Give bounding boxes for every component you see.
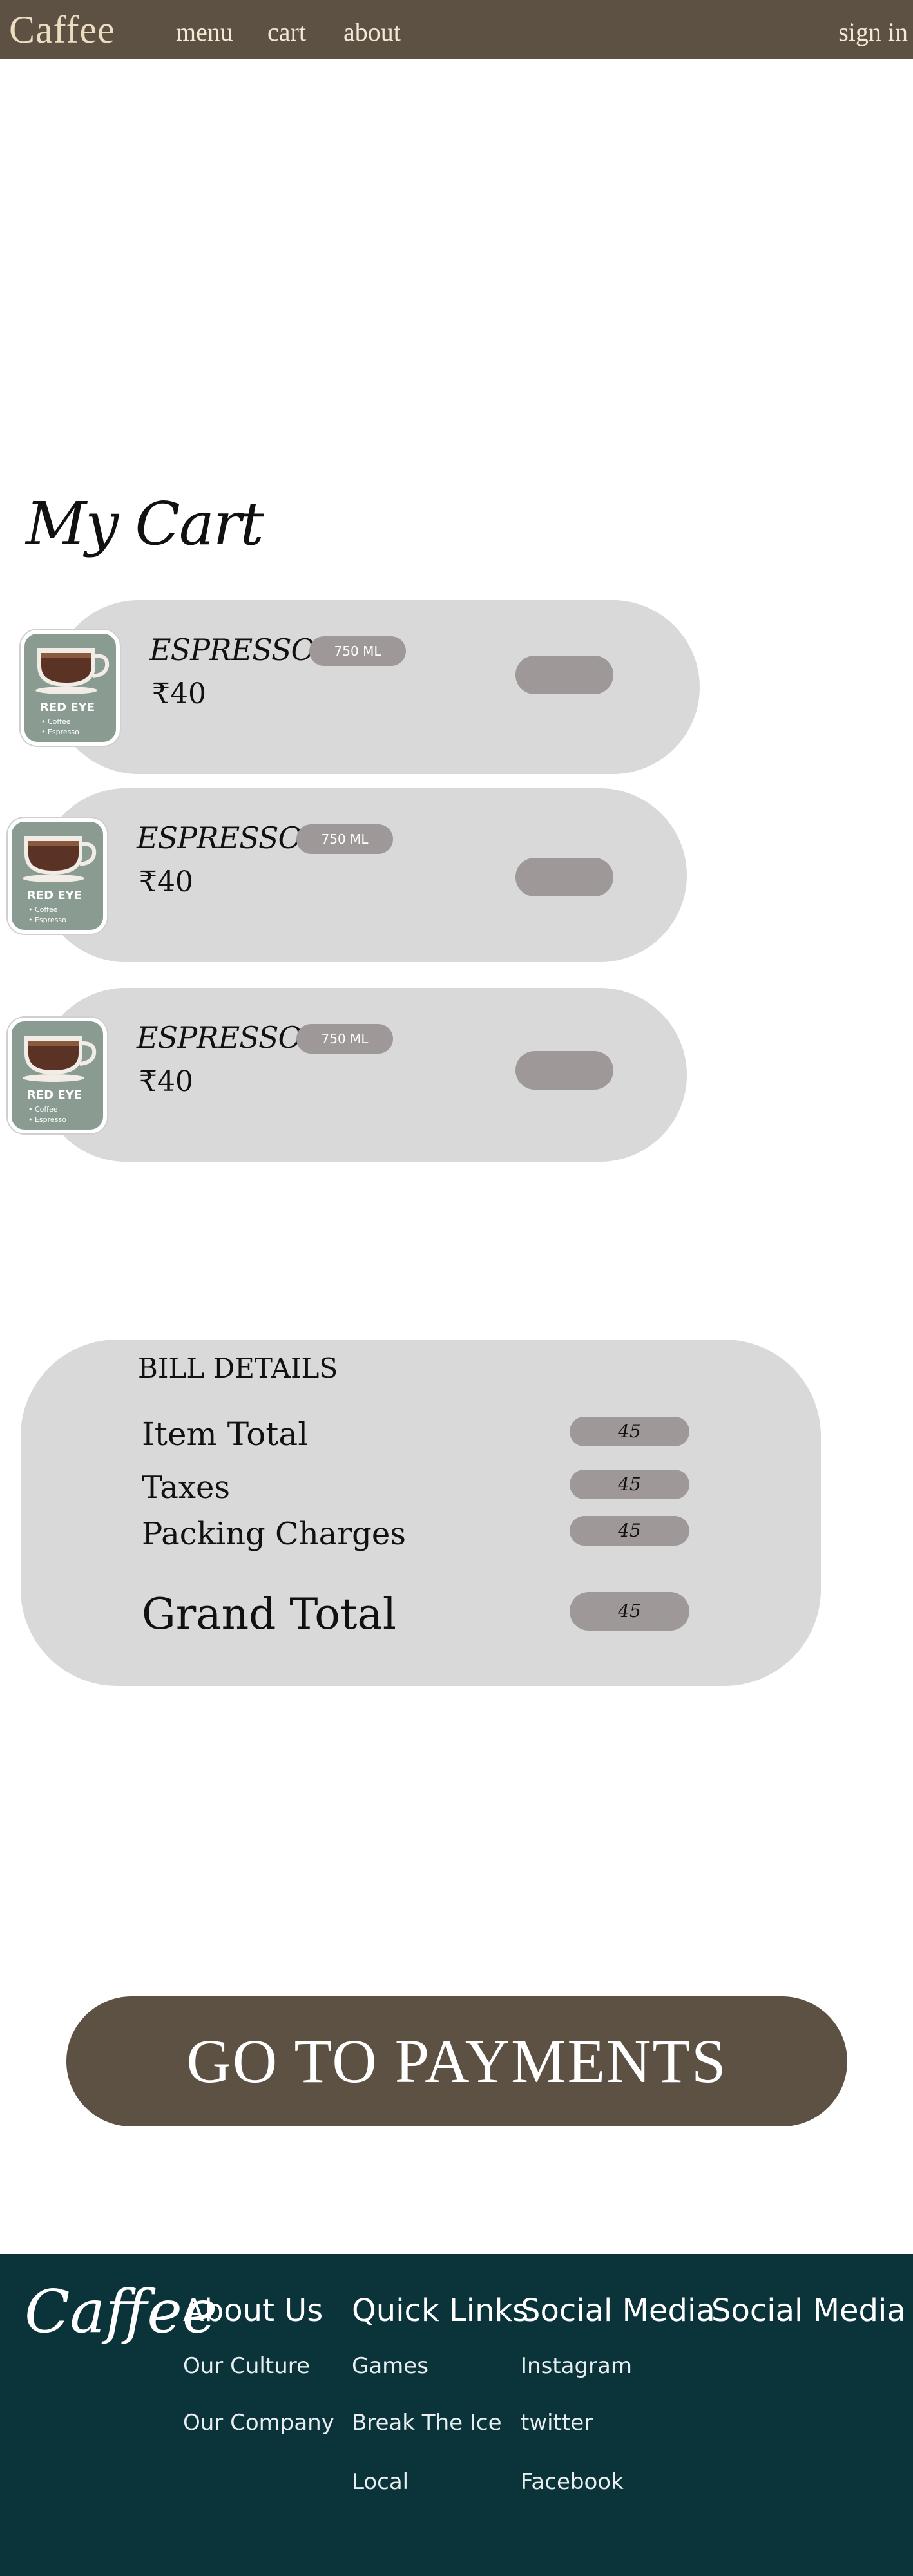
footer-social-heading-2: Social Media — [711, 2293, 906, 2329]
product-price: ₹40 — [139, 1065, 193, 1098]
size-badge: 750 ML — [296, 1024, 393, 1054]
thumbnail-title: RED EYE — [40, 701, 95, 714]
thumbnail-sub: • Coffee — [28, 905, 58, 914]
footer-link-facebook[interactable]: Facebook — [521, 2469, 624, 2495]
taxes-value: 45 — [570, 1470, 689, 1499]
product-name: ESPRESSO — [137, 1020, 302, 1055]
nav-signin-link[interactable]: sign in — [838, 17, 908, 47]
go-to-payments-button[interactable]: GO TO PAYMENTS — [66, 1996, 847, 2126]
thumbnail-sub: • Espresso — [41, 728, 79, 736]
footer: Caffee About Us Our Culture Our Company … — [0, 2254, 913, 2576]
size-badge: 750 ML — [296, 824, 393, 854]
footer-link-break-the-ice[interactable]: Break The Ice — [352, 2410, 502, 2436]
thumbnail-sub: • Espresso — [28, 1115, 66, 1124]
nav-cart-link[interactable]: cart — [267, 17, 306, 47]
item-total-value: 45 — [570, 1417, 689, 1446]
footer-link-our-company[interactable]: Our Company — [183, 2410, 334, 2436]
thumbnail-title: RED EYE — [27, 1088, 82, 1102]
packing-charges-value: 45 — [570, 1516, 689, 1546]
grand-total-value: 45 — [570, 1592, 689, 1631]
bill-heading: BILL DETAILS — [138, 1352, 338, 1384]
product-thumbnail: RED EYE • Coffee • Espresso — [8, 818, 107, 934]
size-badge: 750 ML — [309, 636, 406, 666]
nav-about-link[interactable]: about — [343, 17, 401, 47]
thumbnail-title: RED EYE — [27, 889, 82, 902]
coffee-cup-icon — [23, 1036, 97, 1082]
footer-link-our-culture[interactable]: Our Culture — [183, 2353, 310, 2379]
thumbnail-sub: • Coffee — [28, 1105, 58, 1113]
brand-logo[interactable]: Caffee — [9, 8, 115, 52]
footer-social-heading: Social Media — [521, 2293, 715, 2329]
item-total-label: Item Total — [142, 1416, 309, 1453]
footer-link-local[interactable]: Local — [352, 2469, 408, 2495]
footer-link-games[interactable]: Games — [352, 2353, 428, 2379]
footer-link-instagram[interactable]: Instagram — [521, 2353, 632, 2379]
thumbnail-sub: • Espresso — [28, 916, 66, 924]
taxes-label: Taxes — [142, 1470, 231, 1506]
top-navbar: Caffee menu cart about sign in — [0, 0, 913, 59]
product-name: ESPRESSO — [149, 632, 315, 667]
thumbnail-sub: • Coffee — [41, 717, 71, 726]
product-name: ESPRESSO — [137, 820, 302, 855]
coffee-cup-icon — [23, 836, 97, 882]
product-price: ₹40 — [152, 677, 206, 710]
quantity-control[interactable] — [515, 656, 613, 694]
packing-charges-label: Packing Charges — [142, 1516, 406, 1552]
product-thumbnail: RED EYE • Coffee • Espresso — [21, 630, 120, 746]
product-thumbnail: RED EYE • Coffee • Espresso — [8, 1018, 107, 1133]
footer-link-twitter[interactable]: twitter — [521, 2410, 593, 2436]
page-title: My Cart — [26, 489, 264, 558]
footer-about-heading: About Us — [183, 2293, 323, 2329]
quantity-control[interactable] — [515, 1051, 613, 1090]
quantity-control[interactable] — [515, 858, 613, 896]
nav-menu-link[interactable]: menu — [176, 17, 233, 47]
footer-quick-links-heading: Quick Links — [352, 2293, 529, 2329]
product-price: ₹40 — [139, 866, 193, 898]
grand-total-label: Grand Total — [142, 1589, 396, 1639]
coffee-cup-icon — [35, 648, 110, 694]
bill-details-card: BILL DETAILS Item Total 45 Taxes 45 Pack… — [21, 1340, 821, 1686]
